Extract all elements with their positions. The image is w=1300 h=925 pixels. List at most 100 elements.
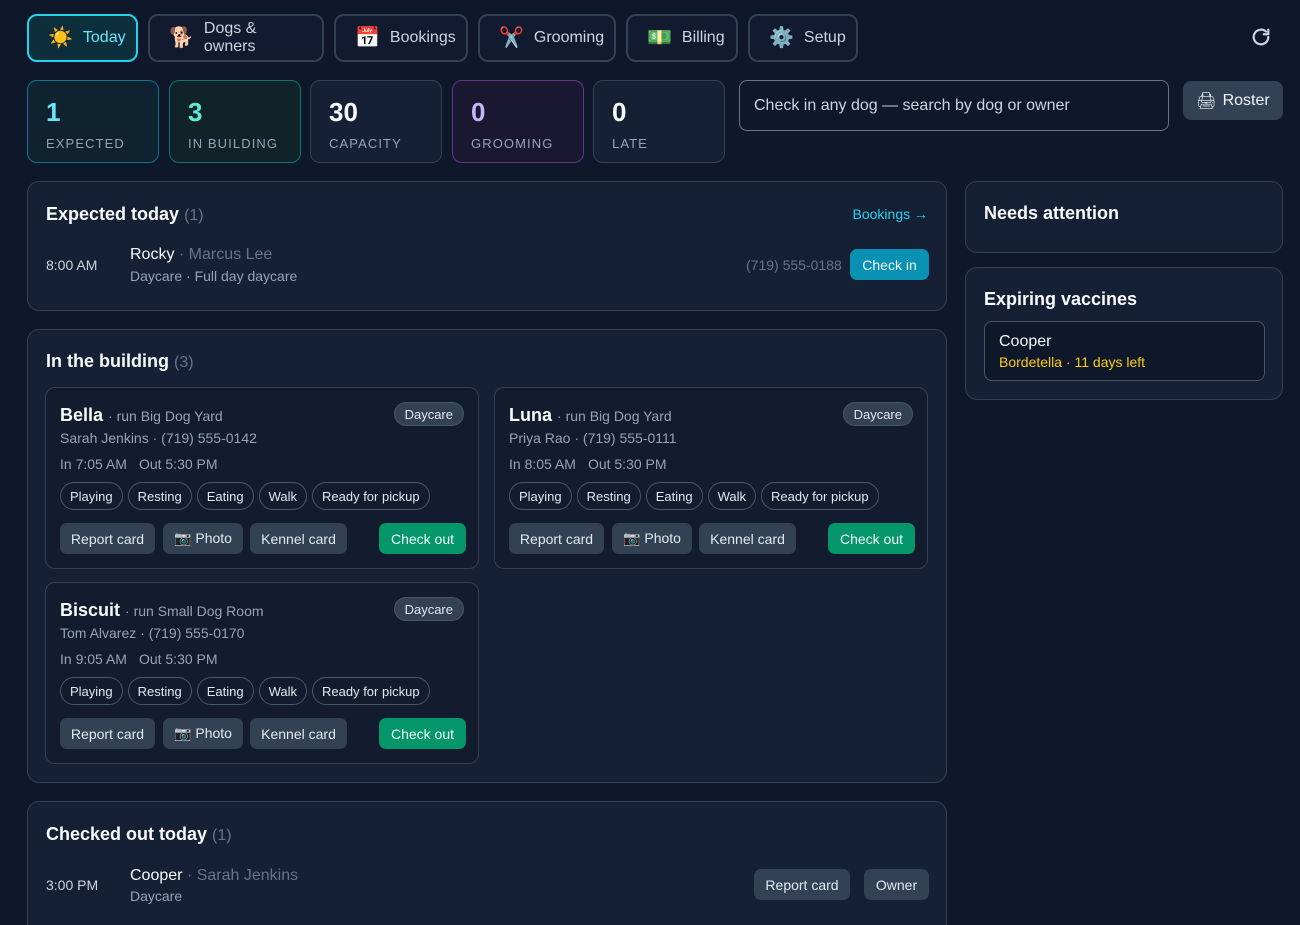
dog-actions: Report card 📷 Photo Kennel card Check ou…	[509, 523, 915, 554]
panel-title: Checked out today (1)	[46, 824, 232, 844]
stat-value: 1	[46, 97, 61, 127]
dog-name-line: Luna · run Big Dog Yard	[509, 405, 672, 425]
stat-expected[interactable]: 1 EXPECTED	[27, 80, 159, 163]
expected-time: 8:00 AM	[46, 257, 98, 273]
tab-today[interactable]: ☀️ Today	[27, 14, 138, 62]
photo-button[interactable]: 📷 Photo	[612, 523, 692, 554]
check-in-search-input[interactable]	[739, 80, 1169, 131]
check-out-time: Out 5:30 PM	[138, 651, 218, 667]
panel-title: Expected today (1)	[46, 204, 204, 224]
status-chips: Playing Resting Eating Walk Ready for pi…	[60, 482, 430, 510]
dog-card-bella: Bella · run Big Dog Yard Daycare Sarah J…	[45, 387, 479, 569]
expected-dog-line: Rocky · Marcus Lee	[130, 246, 272, 264]
expiring-vaccines-panel: Expiring vaccines Cooper Bordetella · 11…	[965, 267, 1283, 400]
chip-playing[interactable]: Playing	[509, 482, 572, 510]
sun-icon: ☀️	[48, 27, 73, 49]
check-in-time: In 9:05 AM	[60, 651, 127, 667]
chip-eating[interactable]: Eating	[645, 482, 703, 510]
service-badge: Daycare	[842, 402, 913, 426]
photo-button[interactable]: 📷 Photo	[163, 523, 243, 554]
status-chips: Playing Resting Eating Walk Ready for pi…	[509, 482, 879, 510]
dog-run: · run Big Dog Yard	[108, 408, 223, 424]
check-out-time: Out 5:30 PM	[138, 456, 218, 472]
owner-name: · Sarah Jenkins	[186, 867, 299, 884]
scissors-icon: ✂️	[499, 27, 524, 49]
kennel-card-button[interactable]: Kennel card	[250, 523, 347, 554]
tab-label: Bookings	[389, 29, 456, 46]
stat-value: 3	[188, 97, 203, 127]
stat-label: GROOMING	[471, 136, 554, 151]
roster-label: Roster	[1222, 91, 1270, 109]
check-in-time: In 7:05 AM	[60, 456, 127, 472]
dog-run: · run Big Dog Yard	[557, 408, 672, 424]
check-out-button[interactable]: Check out	[828, 523, 915, 554]
report-card-button[interactable]: Report card	[754, 869, 850, 900]
chip-walk[interactable]: Walk	[258, 482, 307, 510]
panel-title: Needs attention	[984, 203, 1120, 223]
owner-contact: Tom Alvarez · (719) 555-0170	[60, 625, 245, 641]
panel-count: (3)	[174, 354, 194, 371]
chip-eating[interactable]: Eating	[196, 482, 254, 510]
report-card-button[interactable]: Report card	[509, 523, 604, 554]
roster-button[interactable]: 🖨 Roster	[1183, 81, 1283, 120]
stat-late[interactable]: 0 LATE	[593, 80, 725, 163]
check-out-button[interactable]: Check out	[379, 718, 466, 749]
kennel-card-button[interactable]: Kennel card	[250, 718, 347, 749]
tab-dogs-owners[interactable]: 🐕 Dogs & owners	[148, 14, 324, 62]
dog-card-luna: Luna · run Big Dog Yard Daycare Priya Ra…	[494, 387, 928, 569]
chip-playing[interactable]: Playing	[60, 677, 123, 705]
tab-label: Setup	[803, 29, 846, 46]
printer-icon: 🖨	[1196, 92, 1217, 110]
tab-label: Billing	[681, 29, 725, 46]
chip-eating[interactable]: Eating	[196, 677, 254, 705]
stat-in-building[interactable]: 3 IN BUILDING	[169, 80, 301, 163]
chip-resting[interactable]: Resting	[127, 677, 192, 705]
stat-grooming[interactable]: 0 GROOMING	[452, 80, 584, 163]
chip-walk[interactable]: Walk	[258, 677, 307, 705]
check-out-button[interactable]: Check out	[379, 523, 466, 554]
tab-bookings[interactable]: 📅 Bookings	[334, 14, 468, 62]
tab-label: Grooming	[533, 29, 605, 46]
expected-phone: (719) 555-0188	[746, 257, 842, 273]
report-card-button[interactable]: Report card	[60, 718, 155, 749]
stat-value: 0	[471, 97, 486, 127]
expected-service: Daycare · Full day daycare	[130, 268, 298, 284]
check-in-time: In 8:05 AM	[509, 456, 576, 472]
chip-ready-for-pickup[interactable]: Ready for pickup	[312, 482, 430, 510]
report-card-button[interactable]: Report card	[60, 523, 155, 554]
chip-resting[interactable]: Resting	[127, 482, 192, 510]
money-icon: 💵	[647, 27, 672, 49]
owner-name: · Marcus Lee	[178, 246, 273, 263]
owner-button[interactable]: Owner	[864, 869, 929, 900]
refresh-icon[interactable]	[1250, 26, 1272, 48]
tab-grooming[interactable]: ✂️ Grooming	[478, 14, 616, 62]
chip-resting[interactable]: Resting	[576, 482, 641, 510]
stat-value: 30	[329, 97, 358, 127]
tab-billing[interactable]: 💵 Billing	[626, 14, 738, 62]
dog-name: Cooper	[130, 867, 183, 884]
checkout-dog-line: Cooper · Sarah Jenkins	[130, 867, 298, 885]
bookings-link[interactable]: Bookings →	[853, 206, 928, 222]
vaccine-item[interactable]: Cooper Bordetella · 11 days left	[984, 321, 1265, 381]
stat-capacity[interactable]: 30 CAPACITY	[310, 80, 442, 163]
expected-today-panel: Expected today (1) Bookings → 8:00 AM Ro…	[27, 181, 947, 311]
dog-run: · run Small Dog Room	[125, 603, 264, 619]
dog-name-line: Bella · run Big Dog Yard	[60, 405, 223, 425]
dog-name: Rocky	[130, 246, 175, 263]
panel-count: (1)	[212, 827, 232, 844]
gear-icon: ⚙️	[769, 27, 794, 49]
chip-walk[interactable]: Walk	[707, 482, 756, 510]
chip-ready-for-pickup[interactable]: Ready for pickup	[761, 482, 879, 510]
check-in-button[interactable]: Check in	[850, 249, 929, 280]
dog-name-line: Biscuit · run Small Dog Room	[60, 600, 264, 620]
chip-ready-for-pickup[interactable]: Ready for pickup	[312, 677, 430, 705]
tab-setup[interactable]: ⚙️ Setup	[748, 14, 858, 62]
main-nav: ☀️ Today 🐕 Dogs & owners 📅 Bookings ✂️ G…	[27, 14, 858, 62]
chip-playing[interactable]: Playing	[60, 482, 123, 510]
photo-button[interactable]: 📷 Photo	[163, 718, 243, 749]
vaccine-expiry: Bordetella · 11 days left	[999, 354, 1146, 370]
panel-title: In the building (3)	[46, 351, 194, 371]
owner-contact: Priya Rao · (719) 555-0111	[509, 430, 677, 446]
kennel-card-button[interactable]: Kennel card	[699, 523, 796, 554]
stat-label: CAPACITY	[329, 136, 402, 151]
